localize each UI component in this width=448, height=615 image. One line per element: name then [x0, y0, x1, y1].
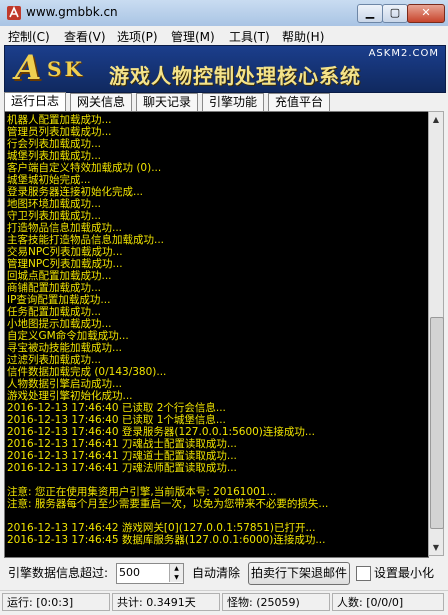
log-line: 交易NPC列表加载成功...: [7, 246, 123, 258]
spin-down-icon[interactable]: ▼: [169, 573, 183, 582]
minimize-icon: ▁: [365, 6, 375, 19]
log-scrollbar[interactable]: ▲ ▼: [428, 111, 444, 556]
minimize-button[interactable]: ▁: [357, 4, 383, 23]
log-line: 行会列表加载成功...: [7, 138, 102, 150]
menu-help[interactable]: 帮助(H): [282, 28, 324, 45]
menu-manage[interactable]: 管理(M): [171, 28, 215, 45]
tab-recharge-platform[interactable]: 充值平台: [268, 93, 330, 111]
menu-bar: 控制(C) 查看(V) 选项(P) 管理(M) 工具(T) 帮助(H): [0, 26, 448, 46]
log-line: 城堡列表加载成功...: [7, 150, 102, 162]
log-line: 2016-12-13 17:46:45 数据库服务器(127.0.0.1:600…: [7, 534, 326, 546]
log-line: 客户端自定义特效加载成功 (0)...: [7, 162, 162, 174]
log-line: 注意: 服务器每个月至少需要重启一次，以免为您带来不必要的损失...: [7, 498, 329, 510]
engine-data-stepper[interactable]: ▲ ▼: [116, 563, 184, 584]
auto-clear-label[interactable]: 自动清除: [192, 562, 240, 584]
log-line: 小地图提示加载成功...: [7, 318, 112, 330]
status-bar: 运行: [0:0:3] 共计: 0.3491天 怪物: (25059) 人数: …: [0, 590, 448, 615]
banner-logo: A: [15, 48, 42, 88]
minimize-label: 设置最小化: [374, 566, 435, 580]
close-icon: ✕: [421, 6, 431, 19]
window-title: www.gmbbk.cn: [26, 5, 118, 19]
log-console[interactable]: 机器人配置加载成功... 管理员列表加载成功... 行会列表加载成功... 城堡…: [4, 111, 429, 558]
log-line: 机器人配置加载成功...: [7, 114, 112, 126]
banner: A SK 游戏人物控制处理核心系统 ASKM2.COM: [4, 45, 446, 93]
log-line: 信件数据加载完成 (0/143/380)...: [7, 366, 167, 378]
log-line: 过滤列表加载成功...: [7, 354, 102, 366]
tab-chat-log[interactable]: 聊天记录: [136, 93, 198, 111]
banner-site: ASKM2.COM: [368, 48, 439, 59]
tab-gateway-info[interactable]: 网关信息: [70, 93, 132, 111]
maximize-icon: ▢: [389, 6, 401, 19]
log-line: 地图环境加载成功...: [7, 198, 102, 210]
log-line: 2016-12-13 17:46:40 登录服务器(127.0.0.1:5600…: [7, 426, 315, 438]
log-line: 商铺配置加载成功...: [7, 282, 102, 294]
scroll-down-icon[interactable]: ▼: [429, 540, 443, 555]
status-players: 人数: [0/0/0]: [332, 593, 444, 611]
banner-slogan: 游戏人物控制处理核心系统: [109, 64, 361, 88]
log-line: IP查询配置加载成功...: [7, 294, 111, 306]
log-line: 登录服务器连接初始化完成...: [7, 186, 144, 198]
tab-strip: 运行日志 网关信息 聊天记录 引擎功能 充值平台: [4, 92, 444, 112]
scroll-thumb[interactable]: [430, 317, 444, 529]
log-line: 游戏处理引擎初始化成功...: [7, 390, 133, 402]
log-line: 回城点配置加载成功...: [7, 270, 112, 282]
log-line: 2016-12-13 17:46:41 刀魂战士配置读取成功...: [7, 438, 237, 450]
log-line: 主客技能打造物品信息加载成功...: [7, 234, 165, 246]
minimize-checkbox[interactable]: [356, 566, 371, 581]
banner-brand: SK: [47, 57, 85, 81]
status-monsters: 怪物: (25059): [222, 593, 330, 611]
log-line: 2016-12-13 17:46:42 游戏网关[0](127.0.0.1:57…: [7, 522, 316, 534]
log-line: 2016-12-13 17:46:41 刀魂法师配置读取成功...: [7, 462, 237, 474]
menu-tools[interactable]: 工具(T): [229, 28, 270, 45]
log-line: 任务配置加载成功...: [7, 306, 102, 318]
title-bar: www.gmbbk.cn ▁ ▢ ✕: [0, 0, 448, 27]
log-line: 2016-12-13 17:46:40 已读取 2个行会信息...: [7, 402, 226, 414]
log-line: 管理NPC列表加载成功...: [7, 258, 123, 270]
log-line: 2016-12-13 17:46:41 刀魂道士配置读取成功...: [7, 450, 237, 462]
log-line: 2016-12-13 17:46:40 已读取 1个城堡信息...: [7, 414, 226, 426]
log-line: 人物数据引擎启动成功...: [7, 378, 123, 390]
auction-delist-mail-button[interactable]: 拍卖行下架退邮件: [248, 562, 350, 585]
log-line: 注意: 您正在使用集资用户引擎,当前版本号: 20161001...: [7, 486, 277, 498]
menu-view[interactable]: 查看(V): [64, 28, 106, 45]
scroll-up-icon[interactable]: ▲: [429, 112, 443, 127]
log-line: 城堡城初始完成...: [7, 174, 91, 186]
menu-options[interactable]: 选项(P): [117, 28, 158, 45]
status-total: 共计: 0.3491天: [112, 593, 220, 611]
tab-run-log[interactable]: 运行日志: [4, 92, 66, 112]
status-run: 运行: [0:0:3]: [2, 593, 110, 611]
engine-data-label: 引擎数据信息超过:: [8, 566, 109, 580]
tab-engine-functions[interactable]: 引擎功能: [202, 93, 264, 111]
menu-control[interactable]: 控制(C): [8, 28, 50, 45]
maximize-button[interactable]: ▢: [382, 4, 408, 23]
log-line: 自定义GM命令加载成功...: [7, 330, 129, 342]
app-icon: [7, 6, 21, 20]
log-line: 守卫列表加载成功...: [7, 210, 102, 222]
close-button[interactable]: ✕: [407, 4, 445, 23]
log-line: 寻宝被动技能加载成功...: [7, 342, 123, 354]
spin-up-icon[interactable]: ▲: [169, 564, 183, 573]
log-line: 打造物品信息加载成功...: [7, 222, 123, 234]
engine-data-input[interactable]: [119, 565, 167, 580]
log-line: 管理员列表加载成功...: [7, 126, 112, 138]
